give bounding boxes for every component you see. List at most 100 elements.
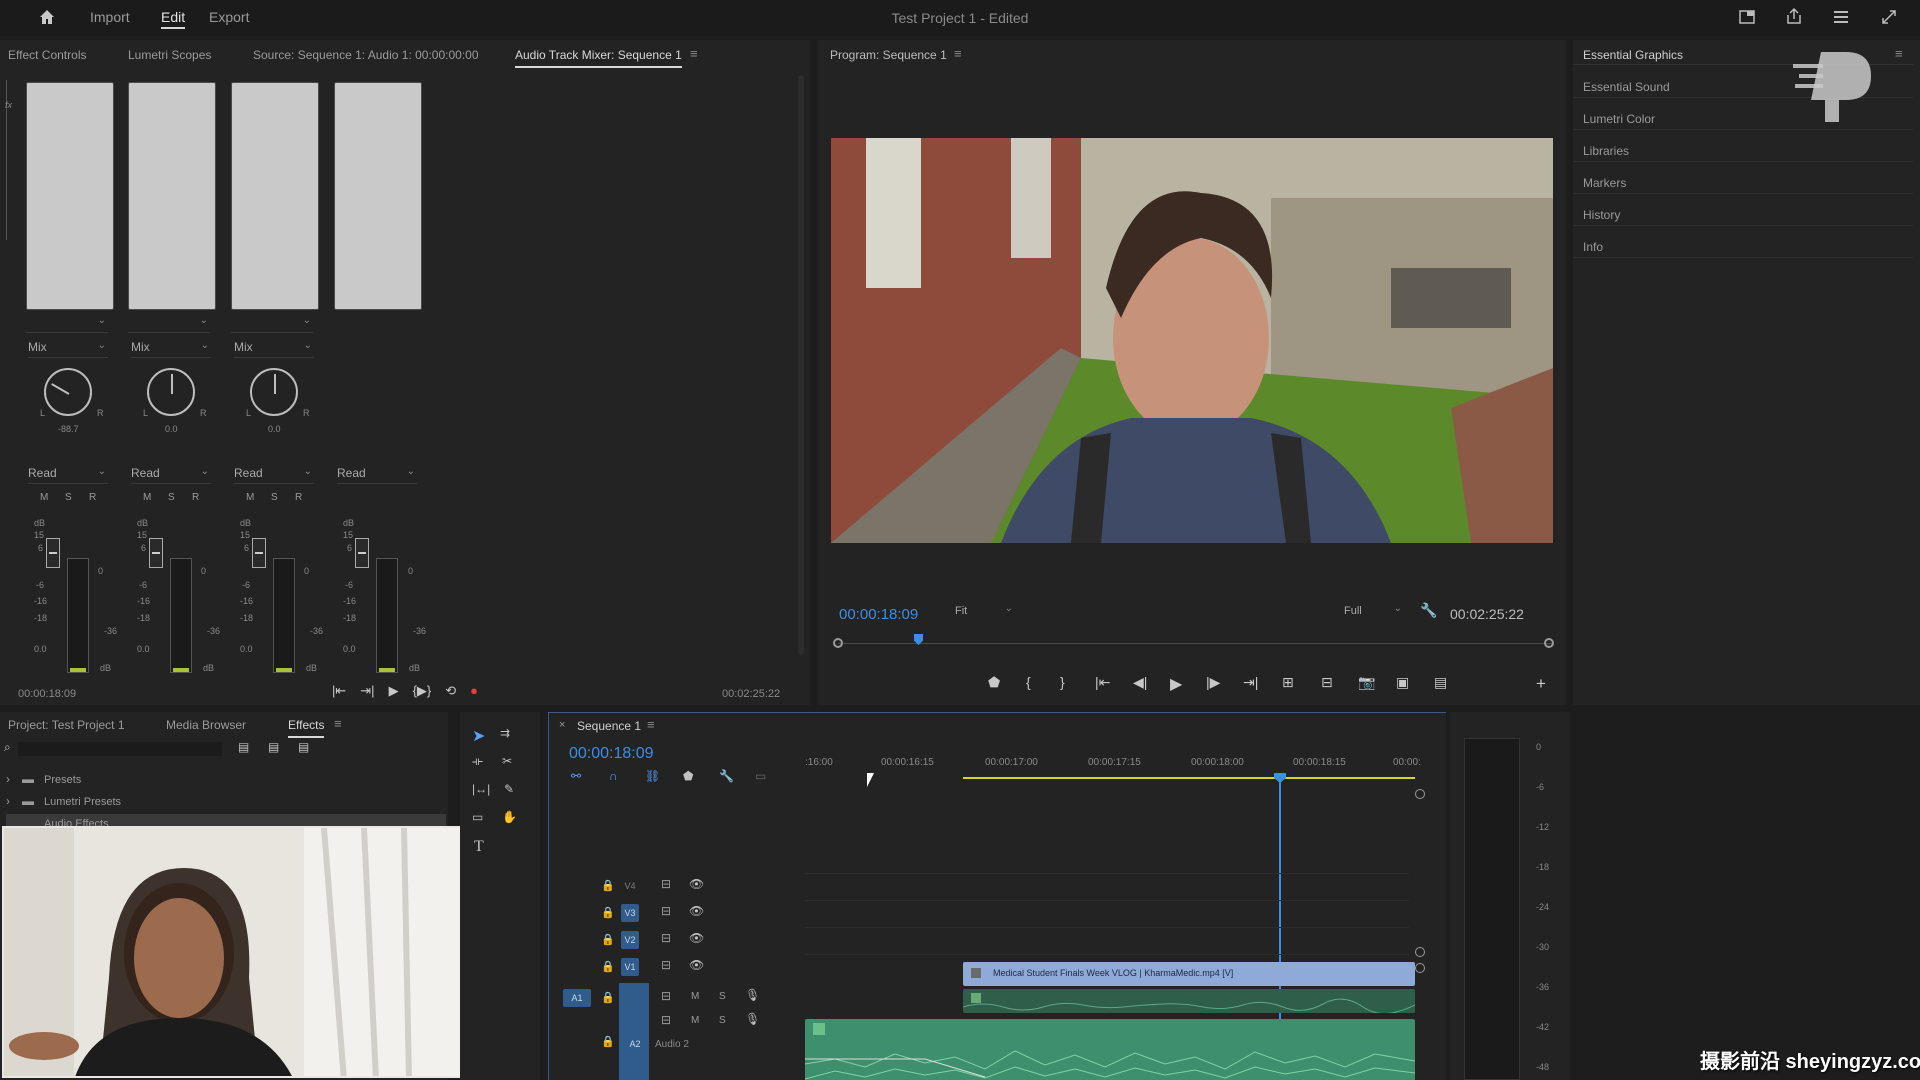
timeline-video-scroll-handle[interactable] [1415,947,1425,957]
fullscreen-icon[interactable] [1880,8,1898,29]
sync-lock-icon[interactable]: ⊟ [661,931,671,945]
channel-3-fader[interactable]: dB 15 6 -6 -16 -18 [238,518,278,638]
record-enable-button[interactable]: R [295,492,302,503]
mute-button[interactable]: M [246,492,254,503]
accelerated-effects-icon[interactable]: ▤ [238,740,249,754]
lock-icon[interactable]: 🔒 [601,906,615,919]
mute-button[interactable]: M [691,1015,699,1026]
yuv-effects-icon[interactable]: ▤ [298,740,309,754]
program-video-frame[interactable] [831,138,1553,543]
channel-2-automation-dropdown[interactable]: Read ⌄ [131,466,211,484]
timeline-vertical-scroll-top[interactable] [1415,789,1425,799]
panel-menu-icon[interactable]: ≡ [954,46,962,61]
channel-1-insert-dropdown[interactable]: ⌄ [26,315,108,333]
tab-lumetri-scopes[interactable]: Lumetri Scopes [128,48,211,62]
program-scrubber[interactable] [833,637,1554,649]
go-to-in-icon[interactable]: |⇤ [332,683,346,699]
selection-tool-icon[interactable]: ➤ [472,726,485,746]
add-marker-icon[interactable]: ⬟ [683,769,693,783]
time-ruler[interactable]: :16:00 00:00:16:15 00:00:17:00 00:00:17:… [805,749,1421,779]
mute-button[interactable]: M [691,991,699,1002]
channel-1-volume-value[interactable]: 0.0 [34,644,47,654]
channel-4-automation-dropdown[interactable]: Read ⌄ [337,466,417,484]
track-v3[interactable]: 🔒 V3 ⊟ 👁 [549,900,805,926]
tab-source[interactable]: Source: Sequence 1: Audio 1: 00:00:00:00 [253,48,479,62]
chevron-right-icon[interactable]: › [6,772,10,786]
channel-3-insert-dropdown[interactable]: ⌄ [231,315,313,333]
workspaces-icon[interactable] [1832,8,1850,29]
lock-icon[interactable]: 🔒 [601,960,615,973]
rectangle-tool-icon[interactable]: ▭ [472,810,483,824]
add-marker-icon[interactable]: ⬟ [988,674,1000,691]
lumetri-color-item[interactable]: Lumetri Color [1583,112,1655,126]
timeline-settings-icon[interactable]: 🔧 [719,769,734,783]
close-tab-icon[interactable]: × [559,719,565,731]
eye-icon[interactable]: 👁 [689,958,704,972]
solo-button[interactable]: S [719,991,726,1002]
video-clip[interactable]: Medical Student Finals Week VLOG | Kharm… [963,962,1415,986]
resolution-dropdown[interactable]: Full ⌄ [1344,603,1404,621]
sync-lock-icon[interactable]: ⊟ [661,1013,671,1027]
tab-project[interactable]: Project: Test Project 1 [8,718,125,732]
mute-button[interactable]: M [40,492,48,503]
fader-handle[interactable] [149,538,163,568]
record-enable-button[interactable]: R [89,492,96,503]
channel-3-mode-dropdown[interactable]: Mix ⌄ [234,340,314,358]
program-monitor-title[interactable]: Program: Sequence 1 [830,48,947,62]
markers-item[interactable]: Markers [1583,176,1626,190]
loop-icon[interactable]: ⟲ [445,683,456,699]
sync-lock-icon[interactable]: ⊟ [661,989,671,1003]
scrubber-start-handle[interactable] [833,638,843,648]
tree-item-lumetri-presets[interactable]: › ▬ Lumetri Presets [6,794,426,812]
microphone-icon[interactable]: 🎙 [745,1012,760,1026]
chevron-right-icon[interactable]: › [6,794,10,808]
track-target-v3[interactable]: V3 [621,904,639,922]
audio-clip-a2[interactable] [805,1019,1415,1080]
info-item[interactable]: Info [1583,240,1603,254]
lock-icon[interactable]: 🔒 [601,879,615,892]
channel-3-volume-value[interactable]: 0.0 [240,644,253,654]
export-frame-icon[interactable]: 📷 [1358,674,1375,691]
channel-2-pan-value[interactable]: 0.0 [165,424,178,434]
tab-effect-controls[interactable]: Effect Controls [8,48,86,62]
audio-clip-a1[interactable] [963,989,1415,1013]
tab-sequence-1[interactable]: Sequence 1 [577,719,641,733]
track-a1[interactable]: A1 🔒 A1 ⊟ M S 🎙 [549,985,805,1011]
zoom-fit-dropdown[interactable]: Fit ⌄ [955,603,1015,621]
track-lanes[interactable]: Medical Student Finals Week VLOG | Kharm… [805,783,1415,1080]
mark-out-icon[interactable]: } [1060,674,1065,690]
hand-tool-icon[interactable]: ✋ [502,810,517,824]
mute-button[interactable]: M [143,492,151,503]
32bit-effects-icon[interactable]: ▤ [268,740,279,754]
channel-2-insert-dropdown[interactable]: ⌄ [128,315,210,333]
wrench-icon[interactable]: 🔧 [1420,602,1437,619]
tree-item-presets[interactable]: › ▬ Presets [6,772,426,790]
eye-icon[interactable]: 👁 [689,904,704,918]
quick-export-icon[interactable] [1738,8,1756,29]
fader-handle[interactable] [355,538,369,568]
sync-lock-icon[interactable]: ⊟ [661,904,671,918]
lock-icon[interactable]: 🔒 [601,991,615,1004]
search-icon[interactable]: ⌕ [4,740,11,755]
essential-graphics-tab[interactable]: Essential Graphics [1583,48,1683,62]
timeline-playhead-handle[interactable] [1274,773,1286,783]
channel-1-mode-dropdown[interactable]: Mix ⌄ [28,340,108,358]
snap-icon[interactable]: ∩ [609,769,618,783]
mixer-timecode[interactable]: 00:00:18:09 [18,688,76,700]
solo-button[interactable]: S [168,492,175,503]
fader-handle[interactable] [252,538,266,568]
track-target-a2[interactable]: A2 [626,1035,644,1053]
channel-1-pan-value[interactable]: -88.7 [58,424,79,434]
channel-2-mode-dropdown[interactable]: Mix ⌄ [131,340,211,358]
panel-menu-icon[interactable]: ≡ [334,716,342,731]
lock-icon[interactable]: 🔒 [601,933,615,946]
scrubber-end-handle[interactable] [1544,638,1554,648]
effects-search-input[interactable] [18,742,222,756]
channel-3-pan-knob[interactable] [250,368,298,416]
solo-button[interactable]: S [65,492,72,503]
linked-selection-icon[interactable]: ⛓ [645,769,660,783]
sync-lock-icon[interactable]: ⊟ [661,877,671,891]
timeline-timecode[interactable]: 00:00:18:09 [569,745,654,763]
sync-lock-icon[interactable]: ⊟ [661,958,671,972]
channel-2-volume-value[interactable]: 0.0 [137,644,150,654]
